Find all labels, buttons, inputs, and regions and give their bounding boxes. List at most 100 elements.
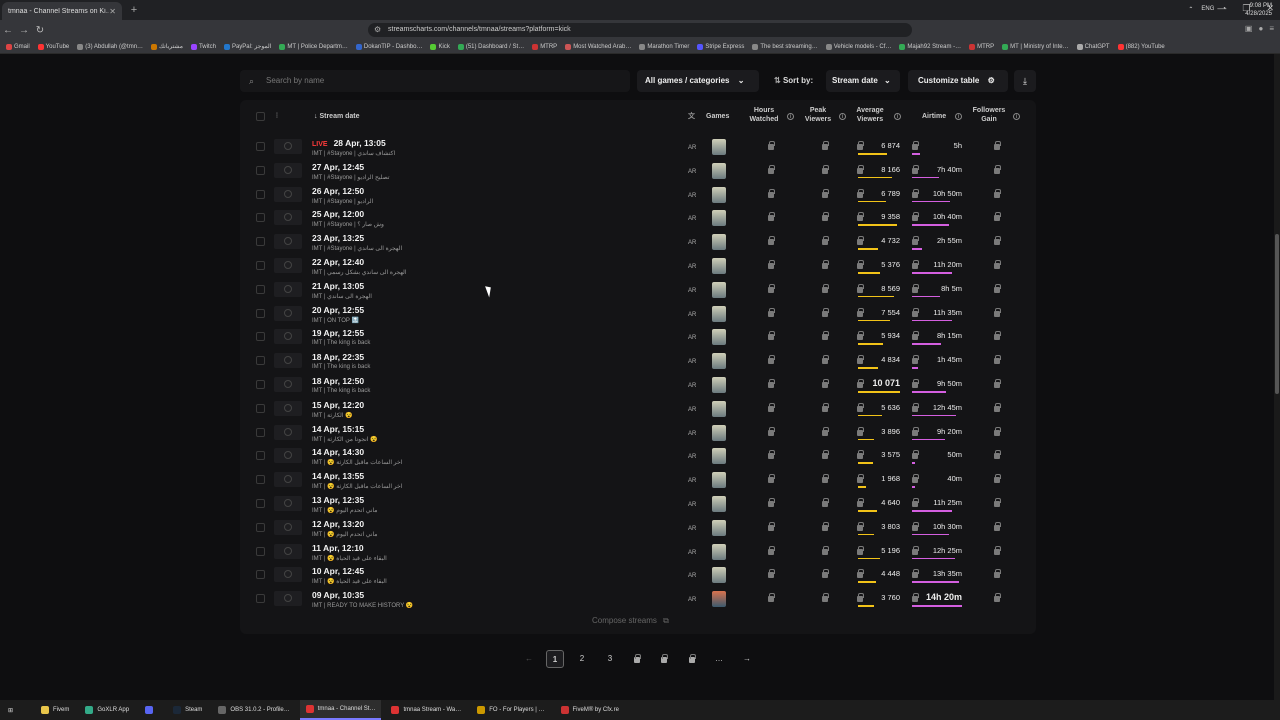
bookmark-item[interactable]: (51) Dashboard / St… (457, 43, 524, 50)
stream-date[interactable]: 11 Apr, 12:10 (312, 543, 364, 553)
table-row[interactable]: 10 Apr, 12:45 IMT | 😵 البقاء على قيد الحي… (240, 566, 1036, 590)
table-row[interactable]: 22 Apr, 12:40 IMT | الهجرة الى ساندي بشكل… (240, 257, 1036, 281)
lock-icon[interactable] (994, 212, 1001, 222)
table-row[interactable]: 15 Apr, 12:20 IMT | الكارثة 😵 AR 5 636 12h 4… (240, 400, 1036, 424)
stream-thumbnail[interactable] (274, 400, 302, 416)
lock-icon[interactable] (768, 474, 775, 484)
stream-thumbnail[interactable] (274, 353, 302, 369)
stream-thumbnail[interactable] (274, 281, 302, 297)
compose-streams-button[interactable]: Compose streams ⧉ (592, 616, 669, 626)
lock-icon[interactable] (768, 236, 775, 246)
game-icon[interactable] (712, 377, 726, 393)
lock-icon[interactable] (994, 188, 1001, 198)
menu-icon[interactable]: ≡ (1269, 24, 1274, 33)
stream-date[interactable]: 19 Apr, 12:55 (312, 328, 364, 338)
bookmark-item[interactable]: Marathon Timer (639, 43, 689, 50)
stream-thumbnail[interactable] (274, 234, 302, 250)
stream-thumbnail[interactable] (274, 139, 302, 154)
lock-icon[interactable] (912, 236, 919, 246)
game-icon[interactable] (712, 496, 726, 512)
lock-icon[interactable] (912, 379, 919, 388)
stream-date[interactable]: 22 Apr, 12:40 (312, 257, 364, 267)
table-row[interactable]: 18 Apr, 22:35 IMT | The king is back AR 4 8… (240, 352, 1036, 376)
table-row[interactable]: 20 Apr, 12:55 IMT | ON TOP 🔝 AR 7 554 11h 35… (240, 305, 1036, 329)
header-hours-watched[interactable]: Hours Watched (744, 106, 784, 124)
locked-page-icon[interactable] (628, 650, 646, 668)
lock-icon[interactable] (768, 188, 775, 198)
game-icon[interactable] (712, 472, 726, 489)
lock-icon[interactable] (822, 474, 829, 484)
locked-page-icon[interactable] (683, 650, 701, 668)
lock-icon[interactable] (768, 593, 775, 603)
chart-icon[interactable]: ⫶ (276, 112, 278, 121)
stream-date[interactable]: LIVE 28 Apr, 13:05 (312, 138, 386, 148)
row-checkbox[interactable] (256, 165, 265, 175)
lock-icon[interactable] (912, 450, 919, 460)
lock-icon[interactable] (912, 402, 919, 412)
table-row[interactable]: 27 Apr, 12:45 IMT | #Stayone | تصليح الرا… (240, 162, 1036, 186)
lock-icon[interactable] (994, 236, 1001, 246)
table-row[interactable]: 18 Apr, 12:50 IMT | The king is back AR 10 … (240, 376, 1036, 400)
page-3-button[interactable]: 3 (601, 650, 619, 668)
stream-thumbnail[interactable] (274, 591, 302, 607)
lock-icon[interactable] (912, 331, 919, 341)
lock-icon[interactable] (994, 141, 1001, 150)
stream-date[interactable]: 18 Apr, 12:50 (312, 376, 364, 386)
game-icon[interactable] (712, 162, 726, 179)
game-icon[interactable] (712, 448, 726, 465)
extension-icon[interactable]: ▣ (1245, 24, 1253, 33)
language-indicator[interactable]: ENG (1201, 6, 1214, 13)
lock-icon[interactable] (822, 593, 829, 603)
game-icon[interactable] (712, 186, 726, 203)
lock-icon[interactable] (994, 426, 1001, 436)
row-checkbox[interactable] (256, 356, 265, 366)
customize-table-button[interactable]: Customize table ⚙ (908, 70, 1008, 92)
bookmark-item[interactable]: ChatGPT (1076, 43, 1110, 50)
bookmark-item[interactable]: YouTube (37, 43, 69, 50)
row-checkbox[interactable] (256, 427, 265, 437)
start-button[interactable]: ⊞ (0, 700, 21, 720)
taskbar-app[interactable] (139, 700, 163, 720)
bookmark-item[interactable]: Stripe Express (697, 43, 744, 50)
bookmark-item[interactable]: MTRP (969, 43, 994, 50)
lock-icon[interactable] (912, 141, 919, 150)
table-row[interactable]: 14 Apr, 14:30 IMT | 😵 اخر الساعات ماقبل ا… (240, 447, 1036, 471)
bookmark-item[interactable]: Gmail (6, 43, 30, 50)
row-checkbox[interactable] (256, 213, 265, 223)
row-checkbox[interactable] (256, 522, 265, 532)
lock-icon[interactable] (822, 355, 829, 365)
bookmark-item[interactable]: Kick (430, 43, 450, 50)
table-row[interactable]: 23 Apr, 13:25 IMT | #Stayone | الهجرة الى… (240, 233, 1036, 257)
lock-icon[interactable] (994, 355, 1001, 365)
scrollbar-thumb[interactable] (1275, 234, 1279, 394)
table-row[interactable]: 14 Apr, 13:55 IMT | 😵 اخر الساعات ماقبل ا… (240, 471, 1036, 495)
lock-icon[interactable] (912, 498, 919, 507)
lock-icon[interactable] (768, 260, 775, 269)
bookmark-item[interactable]: (3) Abdullah (@tmn… (77, 43, 143, 50)
stream-date[interactable]: 21 Apr, 13:05 (312, 281, 364, 291)
lock-icon[interactable] (912, 283, 919, 293)
game-icon[interactable] (712, 567, 726, 584)
lock-icon[interactable] (912, 355, 919, 365)
lock-icon[interactable] (822, 498, 829, 507)
lock-icon[interactable] (912, 307, 919, 317)
sort-dropdown[interactable]: Stream date ⌄ (826, 70, 900, 92)
lock-icon[interactable] (822, 545, 829, 555)
lock-icon[interactable] (768, 141, 775, 150)
stream-thumbnail[interactable] (274, 210, 302, 226)
lock-icon[interactable] (912, 474, 919, 484)
taskbar-app[interactable]: FiveM® by Cfx.re (555, 700, 625, 720)
lock-icon[interactable] (822, 141, 829, 150)
game-icon[interactable] (712, 329, 726, 346)
lock-icon[interactable] (994, 379, 1001, 388)
taskbar-app[interactable]: Fivem (35, 700, 75, 720)
lock-icon[interactable] (994, 569, 1001, 579)
stream-date[interactable]: 09 Apr, 10:35 (312, 590, 364, 600)
lock-icon[interactable] (768, 450, 775, 460)
lock-icon[interactable] (822, 260, 829, 269)
info-icon[interactable]: i (784, 112, 794, 121)
stream-thumbnail[interactable] (274, 186, 302, 202)
stream-thumbnail[interactable] (274, 543, 302, 559)
row-checkbox[interactable] (256, 570, 265, 580)
game-icon[interactable] (712, 210, 726, 227)
